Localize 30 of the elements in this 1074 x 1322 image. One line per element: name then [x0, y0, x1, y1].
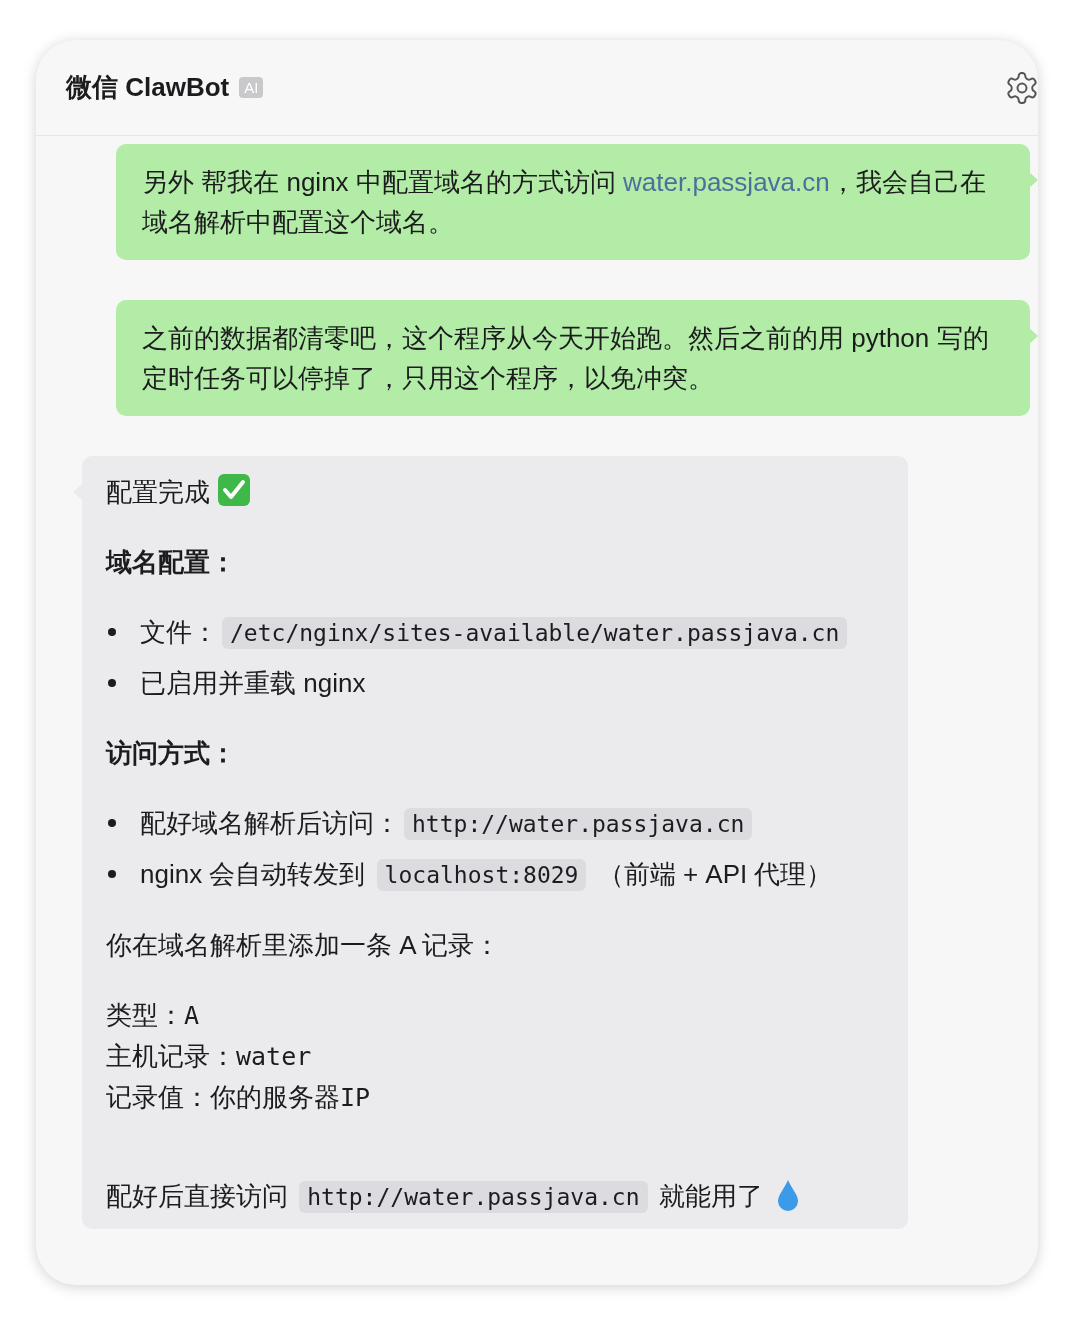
message-text: 之前的数据都清零吧，这个程序从今天开始跑。然后之前的用 python 写的定时任务可以停掉了，只用这个程序，以免冲突。 — [142, 323, 989, 393]
bullet-icon — [108, 870, 116, 878]
message-text: 配置完成 — [106, 477, 252, 507]
message-text: 配好域名解析后访问： http://water.passjava.cn — [140, 808, 757, 838]
mono-text: IP — [340, 1083, 371, 1112]
message-text: 文件： /etc/nginx/sites-available/water.passjava.cn — [140, 617, 852, 647]
message-text: 记录值：你的服务器IP — [106, 1082, 371, 1112]
inline-code: localhost:8029 — [376, 859, 587, 891]
section-heading: 域名配置： — [106, 546, 237, 579]
droplet-icon — [776, 1179, 801, 1211]
bullet-icon — [108, 679, 116, 687]
link[interactable]: water.passjava.cn — [623, 167, 830, 197]
chat-title: 微信 ClawBot — [66, 71, 230, 104]
check-icon — [217, 473, 252, 507]
inline-code: http://water.passjava.cn — [404, 808, 753, 840]
mono-text: A — [184, 1001, 200, 1030]
bullet-icon — [108, 819, 116, 827]
message-text: 配好后直接访问 http://water.passjava.cn 就能用了 — [106, 1181, 801, 1211]
bullet-icon — [108, 628, 116, 636]
settings-icon[interactable] — [1004, 70, 1038, 106]
message-text: 主机记录：water — [106, 1041, 312, 1071]
message-text: nginx 会自动转发到 localhost:8029 （前端 + API 代理） — [140, 859, 833, 889]
inline-code: /etc/nginx/sites-available/water.passjava.cn — [222, 617, 848, 649]
message-text: 你在域名解析里添加一条 A 记录： — [106, 930, 501, 960]
message-text: 类型：A — [106, 1000, 200, 1030]
message-text: 另外 帮我在 nginx 中配置域名的方式访问 water.passjava.cn，我会自己在域名解析中配置这个域名。 — [142, 167, 986, 237]
message-text: 已启用并重载 nginx — [140, 668, 366, 698]
section-heading: 访问方式： — [106, 737, 237, 770]
mono-text: water — [236, 1042, 312, 1071]
inline-code: http://water.passjava.cn — [299, 1181, 648, 1213]
